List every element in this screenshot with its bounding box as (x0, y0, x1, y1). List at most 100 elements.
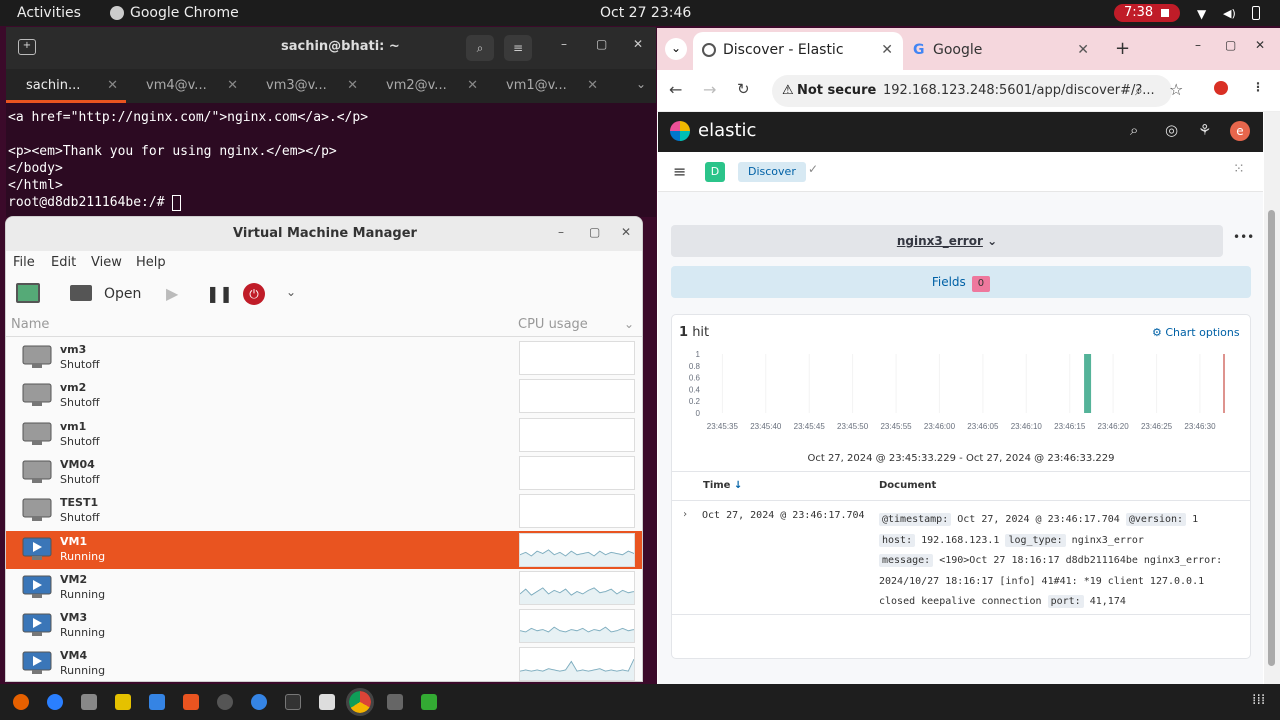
menu-view[interactable]: View (91, 255, 122, 270)
terminal-output[interactable]: <a href="http://nginx.com/">nginx.com</a… (8, 109, 368, 211)
vm-row[interactable]: VM4 Running (6, 645, 642, 681)
tab-search-icon[interactable]: ⌄ (665, 38, 687, 60)
help-icon[interactable] (251, 694, 267, 710)
maximize-icon[interactable]: ▢ (596, 37, 607, 51)
not-secure-label[interactable]: Not secure (797, 75, 876, 107)
breadcrumb-discover[interactable]: Discover (738, 162, 806, 182)
maximize-icon[interactable]: ▢ (589, 225, 600, 239)
bookmark-star-icon[interactable]: ☆ (1169, 80, 1183, 99)
menu-help[interactable]: Help (136, 255, 166, 270)
fields-button[interactable]: Fields 0 (671, 266, 1251, 298)
virt-manager-icon[interactable] (387, 694, 403, 710)
trash-icon[interactable] (421, 694, 437, 710)
col-time[interactable]: Time ↓ (703, 480, 742, 491)
minimize-icon[interactable]: – (558, 225, 564, 239)
elastic-brand[interactable]: elastic (698, 120, 756, 141)
maximize-icon[interactable]: ▢ (1225, 38, 1236, 52)
globe-icon[interactable]: ◎ (1165, 121, 1178, 139)
close-icon[interactable]: ✕ (1255, 38, 1265, 52)
open-button[interactable]: Open (104, 286, 141, 302)
forward-icon[interactable]: → (703, 80, 716, 99)
firefox-icon[interactable] (13, 694, 29, 710)
tab-discover-elastic[interactable]: Discover - Elastic ✕ (693, 32, 903, 70)
apps-grid-icon[interactable]: ⁙ (1233, 161, 1245, 177)
user-avatar[interactable]: e (1230, 121, 1250, 141)
close-tab-icon[interactable]: ✕ (881, 32, 893, 68)
pause-icon[interactable]: ❚❚ (206, 284, 233, 303)
vm-row[interactable]: vm2 Shutoff (6, 377, 642, 415)
more-options-icon[interactable]: ••• (1233, 230, 1254, 244)
files-icon[interactable] (81, 694, 97, 710)
column-cpu[interactable]: CPU usage (518, 317, 588, 332)
text-editor-icon[interactable] (319, 694, 335, 710)
chart-options-link[interactable]: ⚙ Chart options (1152, 326, 1240, 339)
hamburger-icon[interactable]: ≡ (673, 162, 686, 181)
reload-icon[interactable]: ↻ (737, 80, 750, 98)
terminal-window[interactable]: + sachin@bhati: ~ ⌕ ≡ – ▢ ✕ sachin... ✕ v… (6, 27, 656, 217)
index-pattern-selector[interactable]: nginx3_error ⌄ (671, 225, 1223, 257)
vm-row[interactable]: VM1 Running (6, 530, 642, 569)
elastic-logo[interactable] (670, 121, 690, 141)
terminal-tab[interactable]: vm4@v... ✕ (126, 69, 246, 103)
close-tab-icon[interactable]: ✕ (227, 69, 238, 103)
close-icon[interactable]: ✕ (633, 37, 643, 51)
stop-icon[interactable] (1161, 9, 1169, 17)
software-icon[interactable] (183, 694, 199, 710)
battery-icon[interactable] (1252, 6, 1260, 20)
scrollbar-thumb[interactable] (1268, 210, 1275, 666)
writer-icon[interactable] (149, 694, 165, 710)
close-tab-icon[interactable]: ✕ (347, 69, 358, 103)
terminal-tab[interactable]: vm1@v... ✕ (486, 69, 606, 103)
activities-button[interactable]: Activities (17, 5, 81, 21)
close-icon[interactable]: ✕ (621, 225, 631, 239)
back-icon[interactable]: ← (669, 80, 682, 99)
chevron-down-icon[interactable]: ⌄ (286, 285, 296, 299)
histogram-chart[interactable]: 0 0.2 0.4 0.6 0.8 1 23:45:35 23:45:40 23:45:45 23… (672, 349, 1250, 447)
screen-record-indicator[interactable]: 7:38 (1114, 4, 1180, 22)
thunderbird-icon[interactable] (47, 694, 63, 710)
virt-manager-window[interactable]: Virtual Machine Manager – ▢ ✕ File Edit … (5, 216, 643, 682)
minimize-icon[interactable]: – (1195, 38, 1201, 52)
new-tab-icon[interactable]: + (1115, 38, 1130, 59)
monitor-icon[interactable] (70, 285, 92, 301)
rhythmbox-icon[interactable] (115, 694, 131, 710)
vm-row[interactable]: VM2 Running (6, 569, 642, 607)
minimize-icon[interactable]: – (561, 37, 567, 51)
omnibox[interactable]: ⚠ Not secure 192.168.123.248:5601/app/di… (772, 75, 1172, 107)
close-tab-icon[interactable]: ✕ (1077, 32, 1089, 68)
expand-row-icon[interactable]: › (682, 509, 688, 520)
clock[interactable]: Oct 27 23:46 (600, 5, 691, 21)
chrome-menu-icon[interactable]: ⋮ (1252, 80, 1264, 94)
active-app-label[interactable]: Google Chrome (130, 5, 239, 21)
help-icon[interactable]: ⚘ (1198, 121, 1211, 139)
search-icon[interactable]: ⌕ (1130, 121, 1138, 139)
menu-file[interactable]: File (13, 255, 35, 270)
chrome-icon[interactable] (346, 688, 374, 716)
volume-icon[interactable]: ◀) (1223, 7, 1236, 20)
wifi-icon[interactable]: ▼ (1197, 7, 1206, 21)
terminal-icon[interactable] (285, 694, 301, 710)
vm-row[interactable]: TEST1 Shutoff (6, 492, 642, 530)
play-icon[interactable]: ▶ (166, 284, 178, 303)
page-scrollbar[interactable] (1264, 112, 1280, 684)
settings-icon[interactable] (217, 694, 233, 710)
vm-row[interactable]: vm3 Shutoff (6, 339, 642, 377)
chevron-down-icon[interactable]: ⌄ (636, 77, 646, 91)
chrome-window[interactable]: ⌄ Discover - Elastic ✕ G Google ✕ + – ▢ … (657, 28, 1280, 684)
terminal-tab[interactable]: sachin... ✕ (6, 69, 126, 103)
terminal-tab[interactable]: vm2@v... ✕ (366, 69, 486, 103)
search-icon[interactable]: ⌕ (466, 35, 494, 61)
new-tab-icon[interactable]: + (18, 39, 36, 55)
close-tab-icon[interactable]: ✕ (107, 69, 118, 103)
space-badge[interactable]: D (705, 162, 725, 182)
new-vm-icon[interactable] (16, 283, 40, 303)
doc-table-row[interactable]: › Oct 27, 2024 @ 23:46:17.704 @timestamp… (672, 501, 1250, 615)
profile-icon[interactable] (1214, 81, 1228, 95)
tab-google[interactable]: G Google ✕ (909, 32, 1099, 70)
vm-row[interactable]: VM3 Running (6, 607, 642, 645)
zoom-icon[interactable]: ⌕ (1135, 75, 1143, 107)
menu-edit[interactable]: Edit (51, 255, 76, 270)
vm-row[interactable]: vm1 Shutoff (6, 416, 642, 454)
chevron-down-icon[interactable]: ⌄ (624, 317, 634, 331)
show-apps-icon[interactable]: ⁞⁞⁞ (1252, 692, 1265, 708)
